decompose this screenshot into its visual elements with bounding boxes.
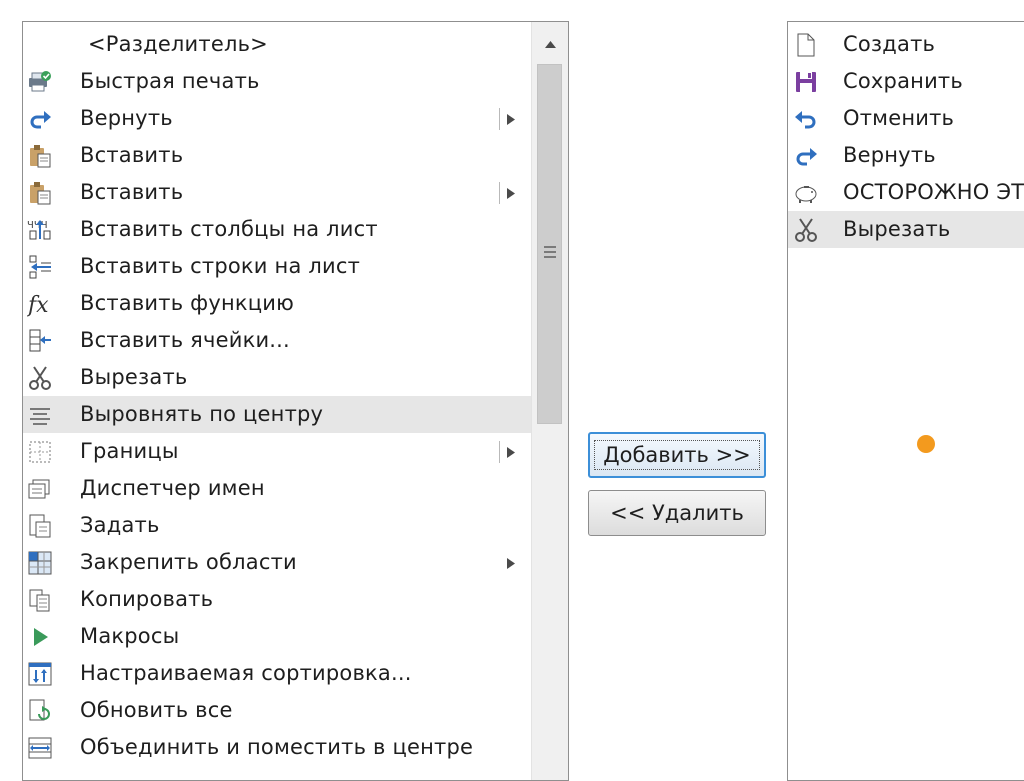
- merge-center-icon: [27, 735, 53, 761]
- list-item[interactable]: Копировать: [23, 581, 531, 618]
- available-commands-list[interactable]: <Разделитель> Быстрая печать Вернуть Встави…: [22, 21, 569, 781]
- list-item[interactable]: Макросы: [23, 618, 531, 655]
- submenu-arrow-icon[interactable]: [497, 552, 517, 574]
- piggy-bank-icon: [793, 180, 819, 206]
- submenu-arrow-icon[interactable]: [497, 441, 517, 463]
- list-item[interactable]: <Разделитель>: [23, 26, 531, 63]
- redo-icon: [793, 143, 819, 169]
- list-item-label: Вставить: [80, 143, 184, 167]
- list-item[interactable]: Настраиваемая сортировка...: [23, 655, 531, 692]
- list-item-label: Диспетчер имен: [80, 476, 265, 500]
- set-icon: [27, 513, 53, 539]
- list-item-label: Границы: [80, 439, 179, 463]
- list-item-label: Закрепить области: [80, 550, 297, 574]
- paste-icon: [27, 180, 53, 206]
- name-manager-icon: [27, 476, 53, 502]
- paste-icon: [27, 143, 53, 169]
- list-item[interactable]: Диспетчер имен: [23, 470, 531, 507]
- scroll-up-arrow-icon[interactable]: [532, 22, 568, 62]
- list-item[interactable]: Вырезать: [23, 359, 531, 396]
- list-item[interactable]: Вырезать: [788, 211, 1024, 248]
- list-item-label: Вставить: [80, 180, 184, 204]
- list-item-label: Выровнять по центру: [80, 402, 324, 426]
- selected-commands-list[interactable]: Создать Сохранить Отменить Вернуть ОСТОРОЖНО…: [787, 21, 1024, 781]
- list-item-label: Быстрая печать: [80, 69, 260, 93]
- list-item[interactable]: Создать: [788, 26, 1024, 63]
- custom-sort-icon: [27, 661, 53, 687]
- list-item[interactable]: Обновить все: [23, 692, 531, 729]
- list-item[interactable]: Вставить: [23, 174, 531, 211]
- list-item-label: Вырезать: [80, 365, 188, 389]
- copy-icon: [27, 587, 53, 613]
- scissors-icon: [793, 217, 819, 243]
- list-item-label: Вставить функцию: [80, 291, 294, 315]
- list-item[interactable]: ОСТОРОЖНО ЭТ: [788, 174, 1024, 211]
- list-item[interactable]: Объединить и поместить в центре: [23, 729, 531, 766]
- list-item-label: Создать: [843, 32, 936, 56]
- submenu-arrow-icon[interactable]: [497, 182, 517, 204]
- align-center-icon: [27, 402, 53, 428]
- undo-icon: [793, 106, 819, 132]
- list-item-label: Макросы: [80, 624, 180, 648]
- list-item[interactable]: Задать: [23, 507, 531, 544]
- add-button[interactable]: Добавить >>: [588, 432, 766, 478]
- list-item[interactable]: Границы: [23, 433, 531, 470]
- add-button-label: Добавить >>: [594, 440, 760, 470]
- list-item-label: Задать: [80, 513, 160, 537]
- list-item-label: Вставить ячейки...: [80, 328, 290, 352]
- list-item-label: Вернуть: [80, 106, 173, 130]
- macros-icon: [27, 624, 53, 650]
- list-item-label: ОСТОРОЖНО ЭТ: [843, 180, 1024, 204]
- save-icon: [793, 69, 819, 95]
- scroll-thumb[interactable]: [537, 64, 562, 424]
- refresh-all-icon: [27, 698, 53, 724]
- list-item-label: <Разделитель>: [88, 32, 268, 56]
- list-item[interactable]: Быстрая печать: [23, 63, 531, 100]
- insert-cells-icon: [27, 328, 53, 354]
- list-item[interactable]: Вернуть: [788, 137, 1024, 174]
- list-item-label: Сохранить: [843, 69, 963, 93]
- list-item-label: Настраиваемая сортировка...: [80, 661, 412, 685]
- svg-text:fx: fx: [27, 293, 49, 317]
- quick-print-icon: [27, 69, 53, 95]
- vertical-scrollbar[interactable]: [531, 22, 568, 780]
- list-item-label: Обновить все: [80, 698, 233, 722]
- list-item-label: Копировать: [80, 587, 214, 611]
- list-item[interactable]: Вставить ячейки...: [23, 322, 531, 359]
- list-item[interactable]: Вставить строки на лист: [23, 248, 531, 285]
- new-document-icon: [793, 32, 819, 58]
- submenu-arrow-icon[interactable]: [497, 108, 517, 130]
- list-item[interactable]: ЧЧЧ Вставить столбцы на лист: [23, 211, 531, 248]
- list-item-label: Вернуть: [843, 143, 936, 167]
- list-item[interactable]: Отменить: [788, 100, 1024, 137]
- remove-button[interactable]: << Удалить: [588, 490, 766, 536]
- insert-columns-icon: ЧЧЧ: [27, 217, 53, 243]
- list-item[interactable]: Выровнять по центру: [23, 396, 531, 433]
- list-item[interactable]: Вернуть: [23, 100, 531, 137]
- function-icon: fx: [26, 291, 53, 318]
- insert-rows-icon: [27, 254, 53, 280]
- list-item-label: Объединить и поместить в центре: [80, 735, 474, 759]
- list-item-label: Отменить: [843, 106, 955, 130]
- orange-dot: [917, 435, 935, 453]
- redo-icon: [27, 106, 53, 132]
- svg-text:ЧЧЧ: ЧЧЧ: [27, 220, 48, 231]
- scissors-icon: [27, 365, 53, 391]
- list-item-label: Вырезать: [843, 217, 951, 241]
- borders-icon: [27, 439, 53, 465]
- freeze-panes-icon: [27, 550, 53, 576]
- list-item-label: Вставить столбцы на лист: [80, 217, 378, 241]
- remove-button-label: << Удалить: [610, 501, 744, 525]
- list-item[interactable]: Сохранить: [788, 63, 1024, 100]
- list-item[interactable]: Вставить: [23, 137, 531, 174]
- list-item[interactable]: Закрепить области: [23, 544, 531, 581]
- list-item-label: Вставить строки на лист: [80, 254, 361, 278]
- list-item[interactable]: fx Вставить функцию: [23, 285, 531, 322]
